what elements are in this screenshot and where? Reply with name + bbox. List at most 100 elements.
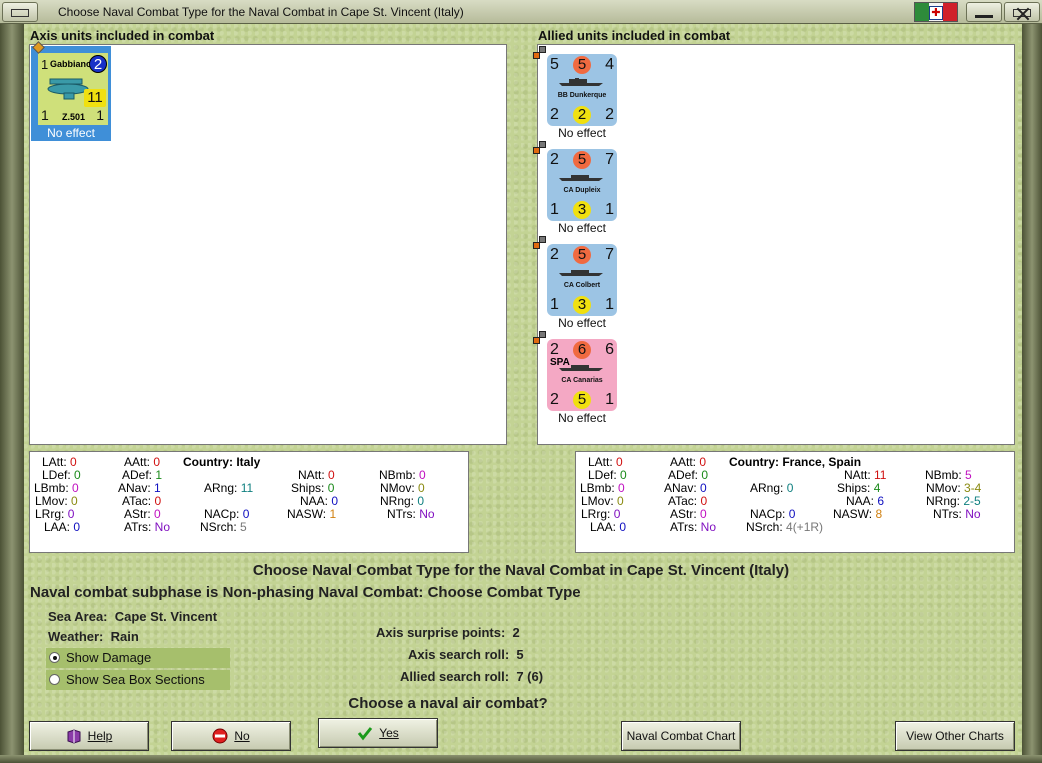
show-damage-radio[interactable]: Show Damage (46, 648, 230, 668)
stat-lmov: LMov: 0 (35, 494, 78, 508)
unit-attack-value: 2 (550, 246, 559, 263)
unit-defense-value: 7 (605, 246, 614, 263)
stat-latt: LAtt: 0 (588, 455, 623, 469)
stat-aatt: AAtt: 0 (670, 455, 707, 469)
unit-bottom-left-value: 1 (41, 107, 49, 123)
unit-effect-label: No effect (47, 126, 95, 140)
yes-button[interactable]: Yes (318, 718, 438, 748)
surprise-points-row: Axis surprise points: 2 (376, 625, 520, 640)
unit-effect-label: No effect (558, 126, 606, 140)
stat-naa: NAA: 6 (846, 494, 885, 508)
country-row: Country: Italy (183, 455, 261, 469)
unit-flag-icon (533, 242, 540, 249)
stat-laa: LAA: 0 (44, 520, 81, 534)
stat-lbmb: LBmb: 0 (580, 481, 625, 495)
unit-counter-bb-dunkerque[interactable]: 5 5 4 BB Dunkerque 2 2 2 (533, 46, 617, 126)
view-other-charts-button[interactable]: View Other Charts (895, 721, 1015, 751)
unit-marker-icon (539, 46, 546, 53)
naval-combat-chart-button[interactable]: Naval Combat Chart (621, 721, 741, 751)
subphase-text: Naval combat subphase is Non-phasing Nav… (30, 584, 581, 601)
bottom-frame (0, 755, 1042, 763)
stat-arng: ARng: 11 (204, 481, 254, 495)
axis-units-header: Axis units included in combat (30, 28, 215, 43)
unit-counter-gabbiano[interactable]: 1 Gabbiano 2 11 1 Z.501 1 (32, 41, 108, 125)
radio-label: Show Damage (66, 650, 152, 665)
unit-marker-icon (539, 236, 546, 243)
unit-bottom-left-value: 2 (550, 106, 559, 123)
axis-units-list[interactable]: 1 Gabbiano 2 11 1 Z.501 1 No effect (29, 41, 507, 445)
unit-marker-icon (539, 331, 546, 338)
stat-lbmb: LBmb: 0 (34, 481, 79, 495)
window-title: Choose Naval Combat Type for the Naval C… (58, 5, 464, 19)
close-icon (1013, 9, 1031, 17)
unit-range-value: 11 (84, 89, 106, 107)
help-button[interactable]: Help (29, 721, 149, 751)
axis-search-roll-row: Axis search roll: 5 (408, 647, 524, 662)
unit-counter-ca-colbert[interactable]: 2 5 7 CA Colbert 1 3 1 (533, 236, 617, 316)
minimize-button[interactable] (966, 2, 1002, 22)
stat-lrrg: LRrg: 0 (581, 507, 621, 521)
stat-nmov: NMov: 0 (380, 481, 425, 495)
unit-defense-value: 4 (605, 56, 614, 73)
unit-aa-value: 6 (573, 341, 591, 359)
no-button[interactable]: No (171, 721, 291, 751)
minimize-icon (975, 15, 993, 18)
naval-combat-chart-label: Naval Combat Chart (626, 729, 736, 743)
stat-nasw: NASW: 1 (287, 507, 337, 521)
sea-area-row: Sea Area: Cape St. Vincent (48, 609, 218, 624)
stat-astr: AStr: 0 (670, 507, 707, 521)
unit-defense-value: 7 (605, 151, 614, 168)
stat-nrng: NRng: 0 (380, 494, 425, 508)
unit-name: CA Dupleix (563, 187, 601, 194)
stat-ntrs: NTrs: No (387, 507, 435, 521)
stat-adef: ADef: 0 (668, 468, 709, 482)
unit-bottom-left-value: 1 (550, 296, 559, 313)
unit-speed-value: 2 (573, 106, 591, 124)
stat-atac: ATac: 0 (668, 494, 708, 508)
weather-row: Weather: Rain (48, 629, 139, 644)
cruiser-icon (559, 270, 603, 276)
stat-nmov: NMov: 3-4 (926, 481, 982, 495)
stat-latt: LAtt: 0 (42, 455, 77, 469)
unit-effect-label: No effect (558, 411, 606, 425)
show-sea-box-radio[interactable]: Show Sea Box Sections (46, 670, 230, 690)
unit-bottom-right-value: 1 (605, 296, 614, 313)
stat-aatt: AAtt: 0 (124, 455, 161, 469)
stat-laa: LAA: 0 (590, 520, 627, 534)
stat-natt: NAtt: 11 (844, 468, 887, 482)
allied-units-header: Allied units included in combat (538, 28, 731, 43)
unit-defense-value: 6 (605, 341, 614, 358)
stat-nacp: NACp: 0 (750, 507, 796, 521)
view-other-charts-label: View Other Charts (906, 729, 1004, 743)
stat-naa: NAA: 0 (300, 494, 339, 508)
stat-lrrg: LRrg: 0 (35, 507, 75, 521)
stat-atrs: ATrs: No (124, 520, 171, 534)
italy-flag-icon: ✚ (914, 2, 958, 22)
unit-counter-ca-canarias[interactable]: 2 6 6 SPA CA Canarias 2 5 1 (533, 331, 617, 411)
help-button-label: Help (87, 729, 113, 743)
stat-nbmb: NBmb: 0 (379, 468, 426, 482)
unit-flag-icon (533, 147, 540, 154)
window-menu-button[interactable] (2, 2, 38, 22)
unit-bottom-right-value: 1 (96, 107, 104, 123)
unit-counter-ca-dupleix[interactable]: 2 5 7 CA Dupleix 1 3 1 (533, 141, 617, 221)
radio-selected-icon (49, 652, 60, 663)
allied-units-list[interactable]: 5 5 4 BB Dunkerque 2 2 2 No effect 2 5 7… (533, 44, 1015, 445)
unit-effect-label: No effect (558, 316, 606, 330)
close-button[interactable] (1004, 2, 1040, 22)
stat-nsrch: NSrch: 4(+1R) (746, 520, 824, 534)
axis-stats-panel: LAtt: 0 LDef: 0 LBmb: 0 LMov: 0 LRrg: 0 … (29, 451, 469, 553)
unit-attack-value: 5 (550, 56, 559, 73)
radio-unselected-icon (49, 674, 60, 685)
unit-speed-value: 5 (573, 391, 591, 409)
unit-marker-icon (539, 141, 546, 148)
unit-speed-value: 3 (573, 296, 591, 314)
stat-ldef: LDef: 0 (42, 468, 81, 482)
stat-lmov: LMov: 0 (581, 494, 624, 508)
unit-effect-label: No effect (558, 221, 606, 235)
stat-astr: AStr: 0 (124, 507, 161, 521)
checkmark-icon (357, 725, 373, 741)
unit-flag-icon (533, 337, 540, 344)
unit-aa-value: 5 (573, 151, 591, 169)
stat-nrng: NRng: 2-5 (926, 494, 981, 508)
